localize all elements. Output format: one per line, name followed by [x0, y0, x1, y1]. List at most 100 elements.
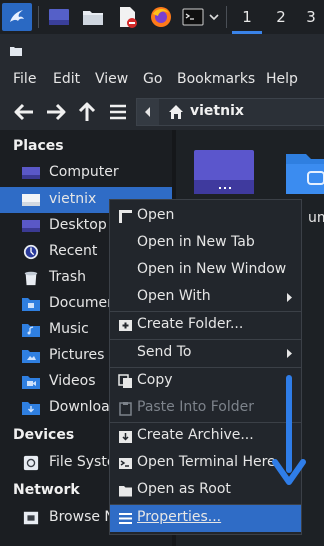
videos-folder-icon — [22, 376, 40, 389]
submenu-arrow-icon — [287, 293, 292, 302]
chevron-left-icon — [145, 107, 150, 117]
network-icon — [23, 511, 39, 525]
annotation-arrow-down-icon — [272, 375, 306, 485]
back-button[interactable] — [12, 100, 36, 124]
menu-item-label: Properties... — [137, 509, 222, 525]
menu-item-open-new-tab[interactable]: Open in New Tab — [110, 230, 301, 257]
menu-item-label: Create Archive... — [137, 427, 254, 443]
sidebar-item-label: Downloac — [49, 399, 118, 415]
workspace-1-button[interactable]: 1 — [232, 0, 262, 34]
menu-item-label: Open as Root — [137, 481, 231, 497]
properties-icon — [119, 513, 132, 524]
music-folder-icon — [22, 324, 40, 337]
places-header: Places — [13, 138, 64, 154]
sidebar-item-label: Documen — [49, 295, 117, 311]
show-desktop-button[interactable] — [46, 3, 72, 31]
devices-header: Devices — [13, 427, 75, 443]
menu-item-send-to[interactable]: Send To — [110, 340, 301, 367]
add-folder-icon — [119, 320, 132, 331]
menu-item-label: Open — [137, 207, 175, 223]
view-menu-button[interactable] — [106, 100, 130, 124]
documents-folder-icon — [22, 298, 40, 311]
panel-dropdown-button[interactable] — [207, 3, 221, 31]
workspace-2-button[interactable]: 2 — [266, 0, 296, 34]
up-button[interactable] — [75, 100, 99, 124]
menu-item-label: Create Folder... — [137, 316, 244, 332]
menu-bookmarks[interactable]: Bookmarks — [177, 71, 255, 87]
sidebar-item-computer[interactable]: Computer — [0, 160, 172, 186]
menu-view[interactable]: View — [95, 71, 128, 87]
arrow-right-icon — [47, 103, 66, 121]
text-editor-launcher[interactable] — [114, 3, 140, 31]
menu-edit[interactable]: Edit — [53, 71, 80, 87]
menu-item-properties[interactable]: Properties... — [110, 505, 301, 532]
downloads-folder-icon — [22, 402, 40, 415]
kali-dragon-icon — [10, 10, 24, 22]
menu-file[interactable]: File — [13, 71, 36, 87]
file-item-partial-label: ume — [308, 210, 324, 226]
home-folder-icon — [22, 194, 40, 206]
panel-separator — [226, 6, 227, 28]
sidebar-item-label: Recent — [49, 243, 98, 259]
sidebar-item-label: vietnix — [49, 191, 97, 207]
text-editor-icon — [120, 7, 137, 28]
desktop-folder-icon — [194, 150, 254, 194]
file-manager-launcher[interactable] — [80, 3, 106, 31]
documents-folder-icon — [286, 154, 324, 194]
menu-help[interactable]: Help — [266, 71, 298, 87]
arrow-up-icon — [78, 102, 96, 121]
menu-item-open[interactable]: Open — [110, 203, 301, 230]
sidebar-item-label: Browse N — [49, 509, 115, 525]
sidebar-item-label: Videos — [49, 373, 96, 389]
sidebar-item-label: Pictures — [49, 347, 105, 363]
sidebar-item-label: Music — [49, 321, 89, 337]
menu-item-label: Copy — [137, 372, 173, 388]
path-scroll-left-button[interactable] — [137, 99, 159, 125]
menu-item-label: Paste Into Folder — [137, 399, 255, 415]
copy-icon — [118, 374, 132, 388]
file-manager-app-icon — [10, 47, 22, 56]
terminal-icon — [119, 458, 132, 469]
submenu-arrow-icon — [287, 349, 292, 358]
workspace-3-button[interactable]: 3 — [296, 0, 324, 34]
sidebar-item-label: Computer — [49, 164, 119, 180]
menu-item-open-new-window[interactable]: Open in New Window — [110, 257, 301, 284]
folder-icon — [119, 486, 132, 497]
home-icon — [169, 105, 183, 119]
desktop-icon — [49, 9, 69, 25]
hamburger-icon — [110, 104, 126, 120]
forward-button[interactable] — [44, 100, 68, 124]
firefox-icon — [151, 7, 171, 27]
file-item-documents[interactable] — [286, 150, 324, 194]
menu-item-label: Open in New Tab — [137, 234, 255, 250]
sidebar-item-label: Desktop — [49, 217, 107, 233]
sidebar-item-label: Trash — [49, 269, 86, 285]
terminal-launcher[interactable] — [180, 3, 206, 31]
network-header: Network — [13, 482, 80, 498]
menu-item-label: Open in New Window — [137, 261, 287, 277]
path-button-vietnix[interactable]: vietnix — [190, 103, 244, 119]
menu-go[interactable]: Go — [143, 71, 162, 87]
panel-separator — [38, 6, 39, 28]
menu-item-label: Open Terminal Here — [137, 454, 276, 470]
top-panel: 1 2 3 — [0, 0, 324, 34]
menu-item-label: Open With — [137, 288, 211, 304]
kali-menu-button[interactable] — [2, 3, 32, 31]
computer-icon — [22, 167, 40, 179]
open-icon — [119, 210, 132, 223]
sidebar-item-label: File Syste — [49, 454, 116, 470]
recent-icon — [23, 244, 39, 260]
trash-icon — [24, 271, 38, 286]
archive-icon — [119, 431, 132, 443]
drive-icon — [23, 455, 39, 471]
menu-item-open-with[interactable]: Open With — [110, 284, 301, 311]
folder-icon — [83, 11, 103, 25]
desktop-icon — [22, 220, 40, 232]
chevron-down-icon — [209, 14, 219, 21]
terminal-icon — [182, 8, 204, 26]
firefox-launcher[interactable] — [148, 3, 174, 31]
file-item-desktop[interactable] — [194, 150, 254, 194]
menu-item-create-folder[interactable]: Create Folder... — [110, 312, 301, 339]
window-titlebar[interactable] — [0, 34, 324, 64]
menu-item-label: Send To — [137, 344, 192, 360]
